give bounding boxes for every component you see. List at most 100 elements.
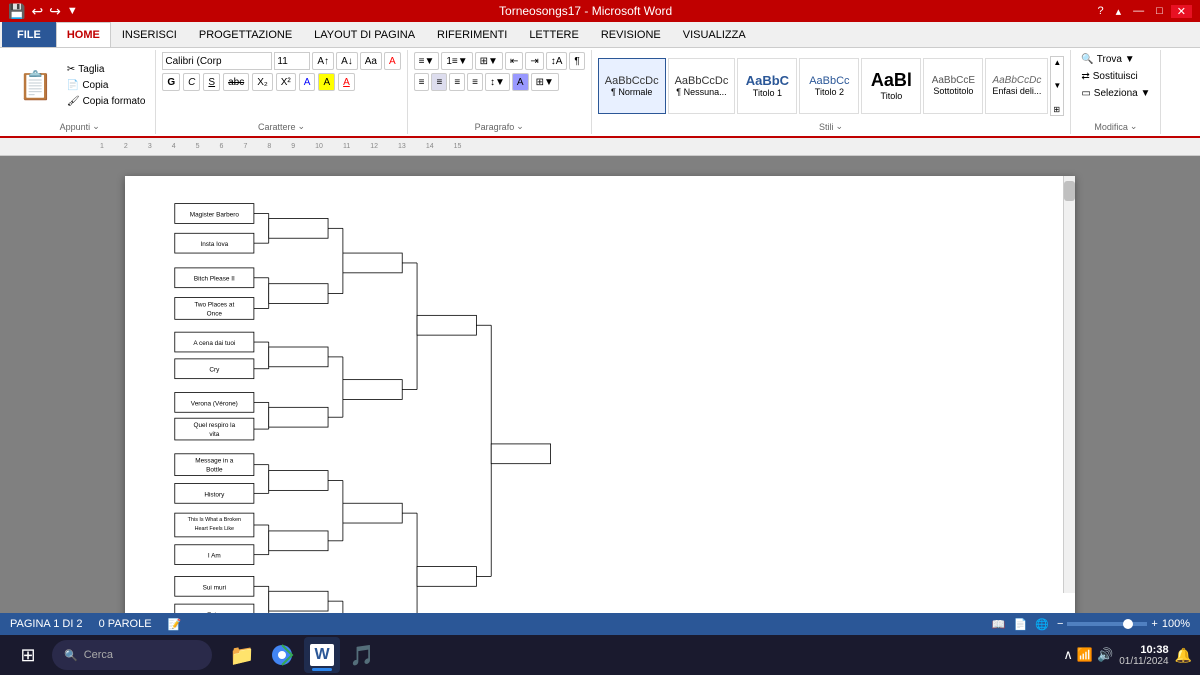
superscript-button[interactable]: X²	[276, 73, 296, 91]
taskbar-chrome[interactable]	[264, 637, 300, 673]
highlight-button[interactable]: A	[318, 73, 335, 91]
numbering-button[interactable]: 1≡▼	[441, 52, 472, 70]
trova-button[interactable]: 🔍Trova ▼	[1077, 52, 1138, 67]
tab-progettazione[interactable]: PROGETTAZIONE	[188, 22, 303, 47]
align-right-button[interactable]: ≡	[449, 73, 465, 91]
page-info: PAGINA 1 DI 2	[10, 618, 83, 630]
text-effects-button[interactable]: A	[299, 73, 316, 91]
paragrafo-group: ≡▼ 1≡▼ ⊞▼ ⇤ ⇥ ↕A ¶ ≡ ≡ ≡ ≡ ↕▼ A ⊞▼ Parag…	[408, 50, 592, 134]
font-color-button[interactable]: A	[338, 73, 355, 91]
close-button[interactable]: ✕	[1171, 5, 1192, 18]
decrease-indent-button[interactable]: ⇤	[505, 52, 523, 70]
font-size-input[interactable]	[274, 52, 310, 70]
styles-scroll-button[interactable]: ▲ ▼ ⊞	[1050, 56, 1064, 116]
quick-access-undo[interactable]: ↩	[31, 3, 43, 20]
strikethrough-button[interactable]: abc	[223, 73, 249, 91]
svg-text:Insta Iova: Insta Iova	[200, 241, 228, 248]
minimize-button[interactable]: —	[1129, 5, 1148, 17]
tray-icon-1[interactable]: ∧	[1063, 647, 1073, 663]
incolla-button[interactable]: 📋	[10, 67, 61, 104]
justify-button[interactable]: ≡	[467, 73, 483, 91]
style-titolo2[interactable]: AaBbCc Titolo 2	[799, 58, 859, 114]
search-bar[interactable]: 🔍 Cerca	[52, 640, 212, 670]
quick-access-redo[interactable]: ↪	[49, 3, 61, 20]
taskbar-spotify[interactable]: 🎵	[344, 637, 380, 673]
search-placeholder: Cerca	[84, 649, 113, 661]
svg-text:vita: vita	[209, 431, 219, 438]
align-center-button[interactable]: ≡	[431, 73, 447, 91]
zoom-control[interactable]: − + 100%	[1057, 618, 1190, 630]
zoom-out-button[interactable]: −	[1057, 618, 1063, 630]
copia-button[interactable]: 📄Copia	[63, 78, 150, 93]
tab-visualizza[interactable]: VISUALIZZA	[672, 22, 757, 47]
tab-home[interactable]: HOME	[56, 22, 111, 47]
style-titolo[interactable]: AaBl Titolo	[861, 58, 921, 114]
svg-text:Two Places at: Two Places at	[194, 301, 234, 308]
sostituisci-button[interactable]: ⇄Sostituisci	[1077, 69, 1141, 84]
tab-file[interactable]: FILE	[2, 22, 56, 47]
svg-text:Message in a: Message in a	[195, 458, 234, 465]
taglia-button[interactable]: ✂Taglia	[63, 62, 150, 77]
taskbar-word[interactable]: W	[304, 637, 340, 673]
document-area: Magister Barbero Insta Iova Bitch Please…	[0, 156, 1200, 613]
shading-button[interactable]: A	[512, 73, 529, 91]
tab-riferimenti[interactable]: RIFERIMENTI	[426, 22, 518, 47]
clear-format-button[interactable]: A	[384, 52, 401, 70]
style-sottotitolo[interactable]: AaBbCcE Sottotitolo	[923, 58, 983, 114]
notification-button[interactable]: 🔔	[1175, 647, 1192, 664]
quick-access-save[interactable]: 💾	[8, 3, 25, 20]
start-button[interactable]: ⊞	[8, 637, 48, 673]
ruler: 12345 678910 1112131415	[0, 138, 1200, 156]
view-layout-button[interactable]: 📄	[1014, 618, 1028, 631]
modifica-label: Modifica	[1094, 122, 1128, 132]
appunti-label: Appunti	[60, 122, 91, 132]
tab-revisione[interactable]: REVISIONE	[590, 22, 672, 47]
system-tray: ∧ 📶 🔊	[1063, 647, 1113, 663]
font-shrink-button[interactable]: A↓	[336, 52, 358, 70]
tab-lettere[interactable]: LETTERE	[518, 22, 590, 47]
copia-formato-button[interactable]: 🖌Copia formato	[63, 94, 150, 109]
network-icon[interactable]: 📶	[1077, 647, 1093, 663]
ribbon-toggle[interactable]: ▴	[1112, 5, 1126, 18]
ribbon-tabs: FILE HOME INSERISCI PROGETTAZIONE LAYOUT…	[0, 22, 1200, 48]
bullets-button[interactable]: ≡▼	[414, 52, 440, 70]
bracket-container: Magister Barbero Insta Iova Bitch Please…	[155, 196, 1045, 613]
style-titolo1[interactable]: AaBbC Titolo 1	[737, 58, 797, 114]
quick-access-menu[interactable]: ▼	[67, 5, 78, 17]
language-indicator: 📝	[168, 618, 182, 631]
italic-button[interactable]: C	[183, 73, 200, 91]
bold-button[interactable]: G	[162, 73, 180, 91]
tab-inserisci[interactable]: INSERISCI	[111, 22, 188, 47]
view-web-button[interactable]: 🌐	[1035, 618, 1049, 631]
zoom-slider[interactable]	[1067, 622, 1147, 626]
font-grow-button[interactable]: A↑	[312, 52, 334, 70]
sort-button[interactable]: ↕A	[546, 52, 568, 70]
change-case-button[interactable]: Aa	[360, 52, 382, 70]
increase-indent-button[interactable]: ⇥	[525, 52, 543, 70]
multilevel-button[interactable]: ⊞▼	[475, 52, 503, 70]
zoom-in-button[interactable]: +	[1151, 618, 1157, 630]
help-button[interactable]: ?	[1093, 5, 1107, 17]
style-enfasi[interactable]: AaBbCcDc Enfasi deli...	[985, 58, 1048, 114]
show-marks-button[interactable]: ¶	[569, 52, 584, 70]
style-normale[interactable]: AaBbCcDc ¶ Normale	[598, 58, 666, 114]
carattere-group: A↑ A↓ Aa A G C S abc X₂ X² A A A Caratte…	[156, 50, 407, 134]
tab-layout[interactable]: LAYOUT DI PAGINA	[303, 22, 426, 47]
style-nessuna[interactable]: AaBbCcDc ¶ Nessuna...	[668, 58, 736, 114]
carattere-label: Carattere	[258, 122, 296, 132]
seleziona-button[interactable]: ▭Seleziona ▼	[1077, 86, 1154, 101]
scrollbar-vertical[interactable]	[1063, 176, 1075, 593]
maximize-button[interactable]: □	[1152, 5, 1167, 17]
view-read-button[interactable]: 📖	[992, 618, 1006, 631]
status-bar: PAGINA 1 DI 2 0 PAROLE 📝 📖 📄 🌐 − + 100%	[0, 613, 1200, 635]
line-spacing-button[interactable]: ↕▼	[485, 73, 510, 91]
borders-button[interactable]: ⊞▼	[531, 73, 559, 91]
font-name-input[interactable]	[162, 52, 272, 70]
volume-icon[interactable]: 🔊	[1097, 647, 1113, 663]
clock[interactable]: 10:38 01/11/2024	[1119, 644, 1168, 667]
subscript-button[interactable]: X₂	[252, 73, 273, 91]
scrollbar-thumb[interactable]	[1064, 181, 1075, 201]
align-left-button[interactable]: ≡	[414, 73, 430, 91]
taskbar-explorer[interactable]: 📁	[224, 637, 260, 673]
underline-button[interactable]: S	[203, 73, 220, 91]
